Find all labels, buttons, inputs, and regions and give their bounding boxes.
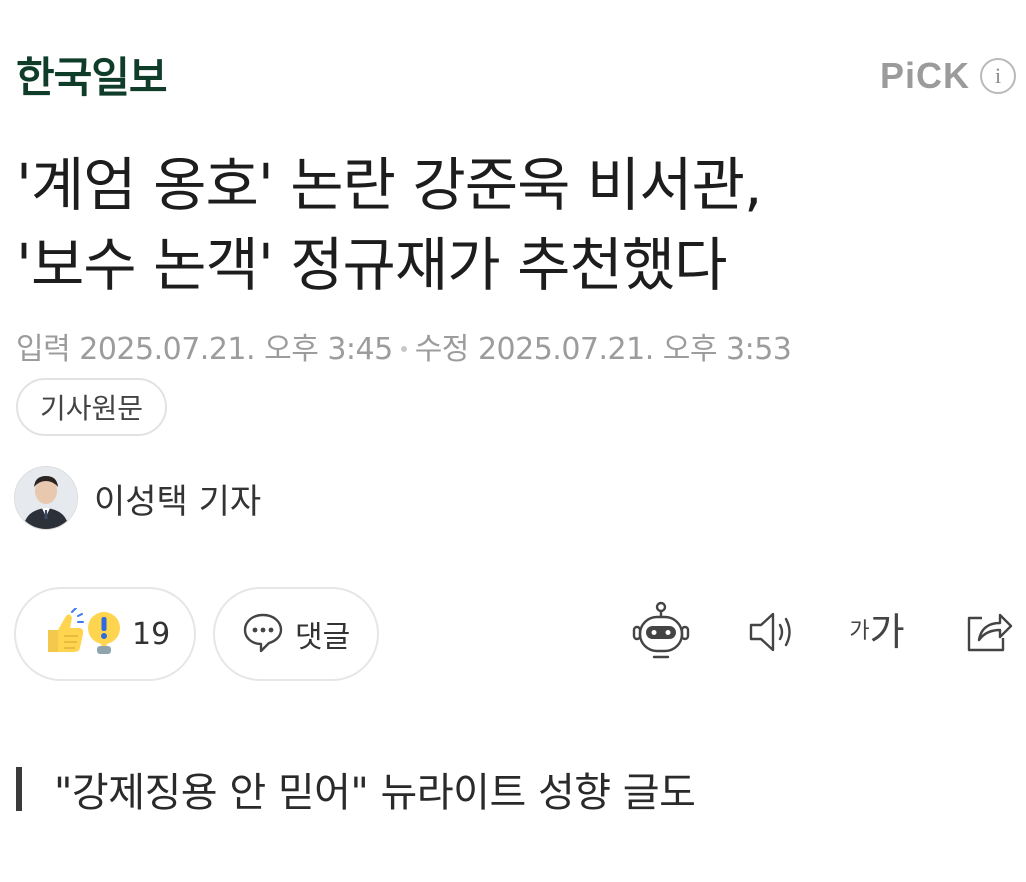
info-icon[interactable]: i [980, 58, 1016, 94]
press-logo[interactable]: 한국일보 [16, 50, 168, 106]
speaker-icon[interactable] [738, 600, 802, 664]
input-datetime: 2025.07.21. 오후 3:45 [79, 332, 393, 367]
subheading-bar [16, 767, 22, 811]
original-article-button[interactable]: 기사원문 [16, 378, 168, 436]
article-page: 한국일보 PiCK i '계엄 옹호' 논란 강준욱 비서관, '보수 논객' … [0, 0, 1026, 882]
headline-line-2: '보수 논객' 정규재가 추천했다 [16, 231, 728, 299]
reaction-count: 19 [132, 616, 171, 652]
subheading-text: "강제징용 안 믿어" 뉴라이트 성향 글도 [54, 770, 696, 816]
font-size-small-label: 가 [849, 619, 870, 644]
reporter-avatar-image [15, 467, 77, 529]
pick-badge[interactable]: PiCK i [880, 55, 1016, 97]
modified-label: 수정 [414, 332, 470, 367]
speech-bubble-icon [241, 610, 285, 658]
reporter-avatar[interactable] [14, 466, 78, 530]
article-subheading: "강제징용 안 믿어" 뉴라이트 성향 글도 [16, 760, 696, 818]
article-headline: '계엄 옹호' 논란 강준욱 비서관, '보수 논객' 정규재가 추천했다 [16, 145, 1016, 305]
input-label: 입력 [16, 332, 71, 367]
comment-button[interactable]: 댓글 [213, 587, 379, 681]
reaction-button[interactable]: 19 [14, 587, 196, 681]
font-size-icon[interactable]: 가가 [842, 600, 912, 664]
font-size-large-label: 가 [869, 610, 905, 654]
reporter-name: 이성택 기자 [94, 481, 262, 522]
thumbs-up-emoji-icon [42, 607, 122, 660]
robot-icon[interactable] [629, 600, 693, 664]
headline-line-1: '계엄 옹호' 논란 강준욱 비서관, [16, 151, 762, 219]
share-icon[interactable] [956, 600, 1020, 664]
date-separator [400, 345, 407, 352]
pick-label: PiCK [879, 55, 970, 96]
reporter-info[interactable]: 이성택 기자 [14, 466, 261, 530]
modified-datetime: 2025.07.21. 오후 3:53 [477, 332, 792, 367]
article-dates: 입력 2025.07.21. 오후 3:45 수정 2025.07.21. 오후 … [16, 330, 792, 370]
comment-label: 댓글 [295, 620, 351, 655]
